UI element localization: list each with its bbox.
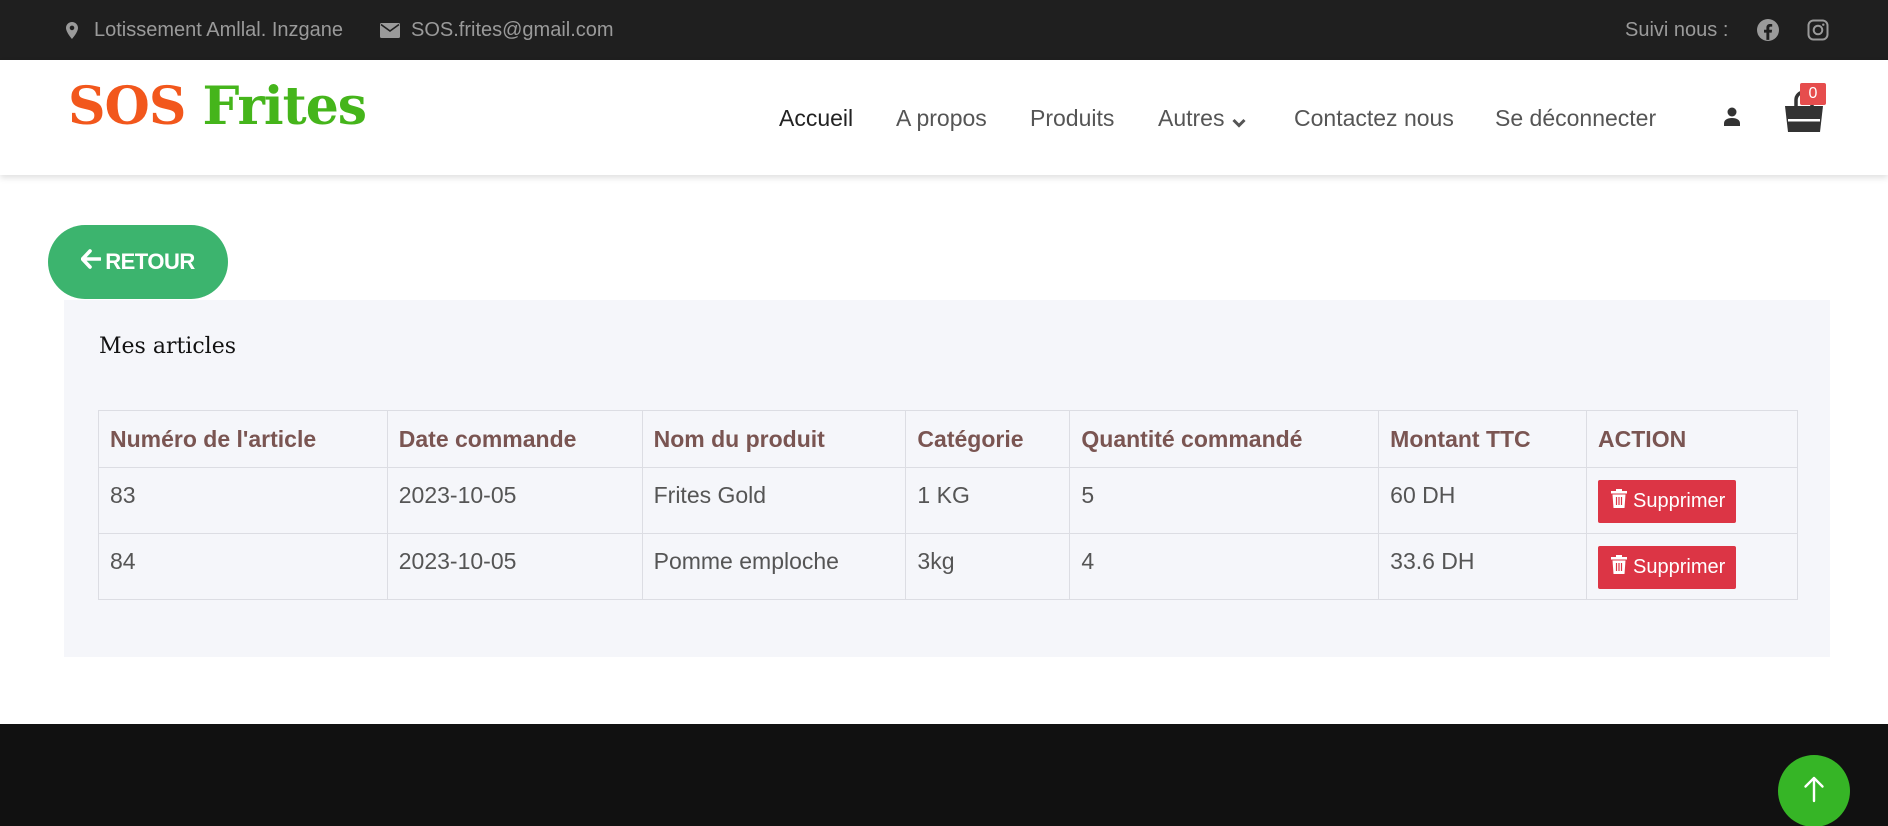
main-header: SOS Frites Accueil A propos Produits Aut… (0, 60, 1888, 175)
column-header-date: Date commande (386, 410, 643, 468)
facebook-icon[interactable] (1756, 0, 1780, 60)
cell-montant: 33.6 DH (1378, 533, 1588, 600)
back-button-label: RETOUR (105, 249, 195, 274)
trash-icon (1611, 555, 1633, 580)
arrow-left-icon (80, 249, 105, 275)
column-header-produit: Nom du produit (641, 410, 907, 468)
trash-icon (1611, 489, 1633, 514)
brand-logo-part2[interactable]: Frites (203, 76, 368, 137)
nav-item-autres-label: Autres (1158, 105, 1225, 131)
table-header-row: Numéro de l'article Date commande Nom du… (98, 410, 1798, 468)
brand-logo[interactable]: SOS Frites (68, 72, 368, 142)
brand-logo-part1[interactable]: SOS (68, 76, 186, 137)
back-button[interactable]: RETOUR (48, 225, 228, 299)
delete-button-label: Supprimer (1633, 556, 1726, 578)
column-header-categorie: Catégorie (905, 410, 1071, 468)
table-row: 83 2023-10-05 Frites Gold 1 KG 5 60 DH S… (98, 467, 1798, 534)
nav-item-contactez-nous[interactable]: Contactez nous (1294, 104, 1454, 132)
footer (0, 724, 1888, 826)
cell-categorie: 3kg (905, 533, 1071, 600)
column-header-quantite: Quantité commandé (1069, 410, 1380, 468)
nav-item-autres[interactable]: Autres (1158, 104, 1247, 134)
envelope-icon (380, 22, 411, 38)
follow-label: Suivi nous : (1625, 18, 1729, 41)
chevron-down-icon (1232, 106, 1247, 134)
articles-table: Numéro de l'article Date commande Nom du… (98, 410, 1798, 600)
cell-date: 2023-10-05 (386, 533, 643, 600)
address-text: Lotissement Amllal. Inzgane (94, 18, 344, 41)
cell-produit: Pomme emploche (641, 533, 907, 600)
cell-numero: 83 (98, 467, 388, 534)
address-info: Lotissement Amllal. Inzgane (66, 0, 343, 60)
column-header-montant: Montant TTC (1378, 410, 1588, 468)
cell-montant: 60 DH (1378, 467, 1588, 534)
email-text[interactable]: SOS.frites@gmail.com (411, 19, 614, 42)
nav-item-accueil[interactable]: Accueil (779, 104, 853, 132)
nav-item-se-deconnecter[interactable]: Se déconnecter (1495, 104, 1656, 132)
column-header-action: ACTION (1586, 410, 1798, 468)
instagram-icon[interactable] (1807, 0, 1829, 60)
column-header-numero: Numéro de l'article (98, 410, 388, 468)
cell-date: 2023-10-05 (386, 467, 643, 534)
user-icon[interactable] (1724, 107, 1740, 131)
email-info[interactable]: SOS.frites@gmail.com (380, 0, 614, 60)
delete-button[interactable]: Supprimer (1598, 546, 1737, 589)
top-info-bar: Lotissement Amllal. Inzgane SOS.frites@g… (0, 0, 1888, 60)
map-marker-icon (66, 21, 94, 39)
cell-numero: 84 (98, 533, 388, 600)
panel-title: Mes articles (99, 334, 237, 359)
delete-button-label: Supprimer (1633, 490, 1726, 512)
nav-item-a-propos[interactable]: A propos (896, 104, 987, 132)
table-row: 84 2023-10-05 Pomme emploche 3kg 4 33.6 … (98, 533, 1798, 600)
cell-categorie: 1 KG (905, 467, 1071, 534)
cell-action: Supprimer (1586, 467, 1798, 534)
articles-panel: Mes articles Numéro de l'article Date co… (64, 300, 1830, 657)
scroll-to-top-button[interactable] (1778, 755, 1850, 826)
cell-quantite: 5 (1069, 467, 1380, 534)
cell-quantite: 4 (1069, 533, 1380, 600)
arrow-up-icon (1803, 775, 1825, 808)
delete-button[interactable]: Supprimer (1598, 480, 1737, 523)
cart-count-badge: 0 (1800, 83, 1826, 105)
nav-item-produits[interactable]: Produits (1030, 104, 1114, 132)
cell-action: Supprimer (1586, 533, 1798, 600)
cell-produit: Frites Gold (641, 467, 907, 534)
